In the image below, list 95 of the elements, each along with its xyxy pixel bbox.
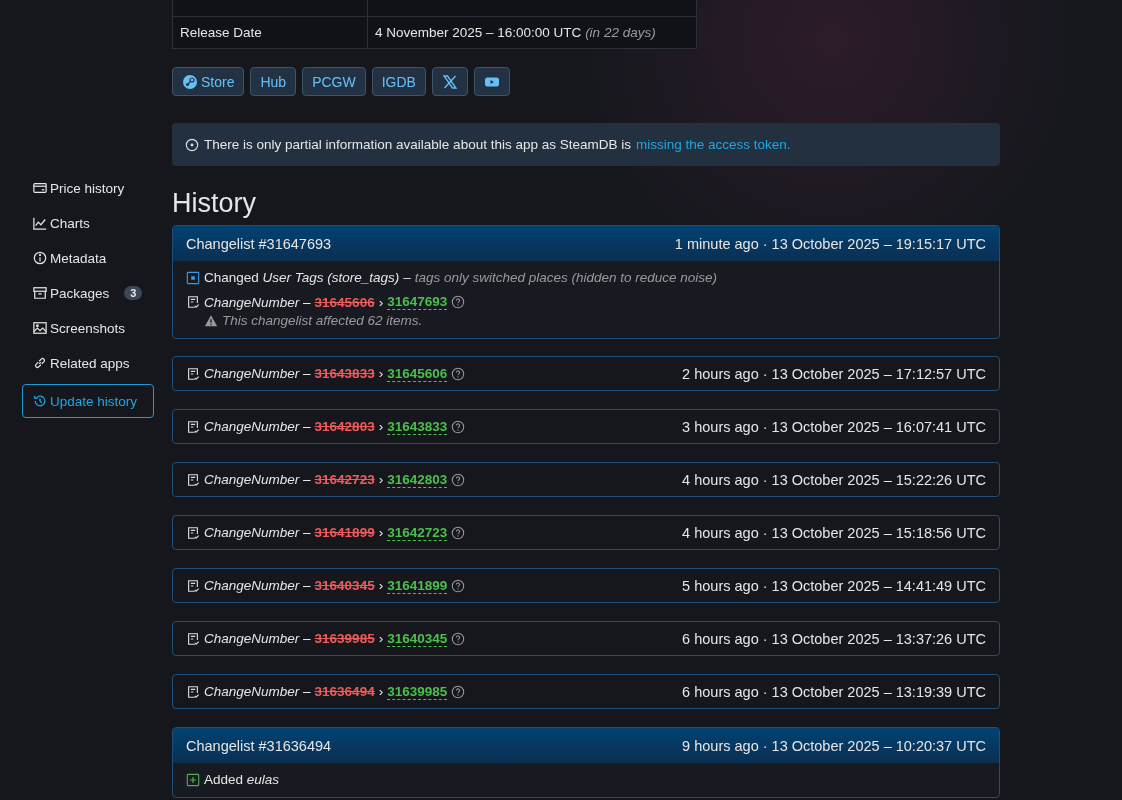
field-name: ChangeNumber – xyxy=(204,684,311,699)
help-icon[interactable] xyxy=(451,472,466,487)
link-button[interactable]: Store xyxy=(172,67,245,96)
link-button[interactable]: Hub xyxy=(250,67,297,96)
change-time: 4 hours ago · 13 October 2025 – 15:22:26 UTC xyxy=(682,471,986,488)
plus-square-icon xyxy=(186,772,200,787)
new-value[interactable]: 31643833 xyxy=(387,418,448,435)
document-check-icon xyxy=(186,472,200,487)
change-time: 6 hours ago · 13 October 2025 – 13:19:39 UTC xyxy=(682,683,986,700)
arrow-text: › xyxy=(378,419,384,434)
arrow-text: › xyxy=(378,366,384,381)
access-token-link[interactable]: missing the access token. xyxy=(636,137,791,152)
new-value[interactable]: 31642723 xyxy=(387,524,448,541)
table-cell: 4 November 2025 – 16:00:00 UTC (in 22 days) xyxy=(367,16,697,49)
table-cell: Release Date xyxy=(172,16,368,49)
document-check-icon xyxy=(186,366,200,381)
arrow-text: › xyxy=(378,294,384,310)
changelist-title[interactable]: Changelist #31636494 xyxy=(186,737,332,754)
new-value[interactable]: 31642803 xyxy=(387,471,448,488)
help-icon[interactable] xyxy=(451,295,466,309)
warning-text: This changelist affected 62 items. xyxy=(222,313,423,328)
info-icon xyxy=(33,251,47,265)
card-icon xyxy=(33,181,47,195)
field-name: ChangeNumber – xyxy=(204,631,311,646)
help-icon[interactable] xyxy=(451,366,466,381)
changelist-time: 9 hours ago · 13 October 2025 – 10:20:37 UTC xyxy=(682,737,986,754)
field-name: ChangeNumber – xyxy=(204,294,311,310)
change-text: Changed User Tags (store_tags) – xyxy=(204,270,411,285)
field-name: ChangeNumber – xyxy=(204,578,311,593)
link-button[interactable]: IGDB xyxy=(371,67,426,96)
old-value: 31640345 xyxy=(314,578,375,593)
count-badge: 3 xyxy=(124,286,143,300)
document-check-icon xyxy=(186,419,200,434)
info-circle-icon xyxy=(185,137,199,152)
history-icon xyxy=(33,394,47,408)
link-button[interactable] xyxy=(473,67,510,96)
old-value: 31639985 xyxy=(314,631,375,646)
image-icon xyxy=(33,321,47,335)
change-time: 6 hours ago · 13 October 2025 – 13:37:26 UTC xyxy=(682,630,986,647)
notice-text: There is only partial information available about this app as SteamDB is xyxy=(204,137,631,152)
arrow-text: › xyxy=(378,684,384,699)
old-value: 31642723 xyxy=(314,472,375,487)
new-value[interactable]: 31645606 xyxy=(387,365,448,382)
history-heading: History xyxy=(172,188,257,219)
document-check-icon xyxy=(186,295,200,309)
chart-icon xyxy=(33,216,47,230)
modified-square-icon xyxy=(186,270,200,285)
change-text: Added eulas xyxy=(204,772,280,787)
change-note: tags only switched places (hidden to reduce noise) xyxy=(414,270,718,285)
help-icon[interactable] xyxy=(451,419,466,434)
help-icon[interactable] xyxy=(451,631,466,646)
new-value[interactable]: 31640345 xyxy=(387,630,448,647)
old-value: 31636494 xyxy=(314,684,375,699)
arrow-text: › xyxy=(378,525,384,540)
help-icon[interactable] xyxy=(451,684,466,699)
field-name: ChangeNumber – xyxy=(204,366,311,381)
sidebar-item[interactable]: Packages 3 xyxy=(22,279,154,307)
x-icon xyxy=(441,73,458,90)
sidebar-item[interactable]: Screenshots xyxy=(22,314,154,342)
sidebar-item[interactable]: Update history xyxy=(22,384,154,418)
field-name: ChangeNumber – xyxy=(204,525,311,540)
link-icon xyxy=(33,356,47,370)
old-value: 31641899 xyxy=(314,525,375,540)
change-time: 4 hours ago · 13 October 2025 – 15:18:56 UTC xyxy=(682,524,986,541)
steam-icon xyxy=(182,73,198,90)
changelist-title[interactable]: Changelist #31647693 xyxy=(186,235,332,252)
sidebar-item[interactable]: Charts xyxy=(22,209,154,237)
new-value[interactable]: 31639985 xyxy=(387,683,448,700)
change-time: 3 hours ago · 13 October 2025 – 16:07:41 UTC xyxy=(682,418,986,435)
old-value: 31643833 xyxy=(314,366,375,381)
help-icon[interactable] xyxy=(451,525,466,540)
warning-icon xyxy=(204,313,218,328)
document-check-icon xyxy=(186,578,200,593)
arrow-text: › xyxy=(378,578,384,593)
sidebar-item[interactable]: Price history xyxy=(22,174,154,202)
arrow-text: › xyxy=(378,631,384,646)
changelist-time: 1 minute ago · 13 October 2025 – 19:15:17 UTC xyxy=(674,235,986,252)
document-check-icon xyxy=(186,631,200,646)
new-value[interactable]: 31647693 xyxy=(387,294,448,310)
sidebar-item[interactable]: Metadata xyxy=(22,244,154,272)
arrow-text: › xyxy=(378,472,384,487)
box-icon xyxy=(33,286,47,300)
field-name: ChangeNumber – xyxy=(204,419,311,434)
change-time: 5 hours ago · 13 October 2025 – 14:41:49 UTC xyxy=(682,577,986,594)
new-value[interactable]: 31641899 xyxy=(387,577,448,594)
link-button[interactable]: PCGW xyxy=(302,67,366,96)
field-name: ChangeNumber – xyxy=(204,472,311,487)
change-time: 2 hours ago · 13 October 2025 – 17:12:57 UTC xyxy=(682,365,986,382)
document-check-icon xyxy=(186,684,200,699)
old-value: 31645606 xyxy=(314,294,375,310)
link-button[interactable] xyxy=(431,67,468,96)
document-check-icon xyxy=(186,525,200,540)
sidebar-item[interactable]: Related apps xyxy=(22,349,154,377)
old-value: 31642803 xyxy=(314,419,375,434)
help-icon[interactable] xyxy=(451,578,466,593)
